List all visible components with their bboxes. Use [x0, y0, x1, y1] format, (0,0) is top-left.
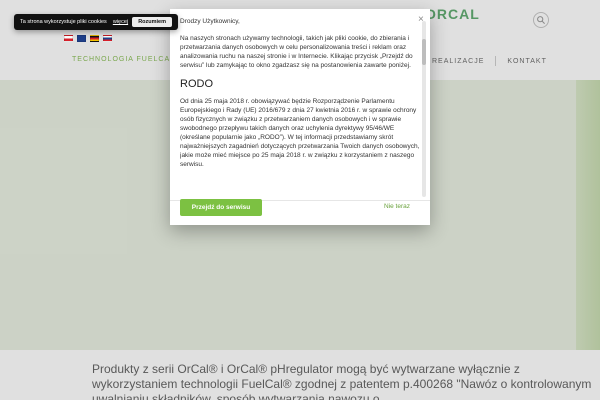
modal-paragraph-cookies: Na naszych stronach używamy technologii,…	[180, 35, 413, 69]
flag-de-icon[interactable]	[90, 35, 99, 42]
page: ORCAL TECHNOLOGIA FUELCAL REALIZACJE KON…	[0, 0, 600, 400]
cookie-more-link[interactable]: więcej	[113, 19, 128, 25]
cookie-accept-button[interactable]: Rozumiem	[132, 17, 172, 27]
modal-scrollbar-thumb[interactable]	[422, 39, 426, 65]
consent-modal: × Drodzy Użytkownicy, Na naszych stronac…	[170, 9, 430, 225]
flag-ru-icon[interactable]	[103, 35, 112, 42]
go-to-site-button[interactable]: Przejdź do serwisu	[180, 199, 262, 216]
cookie-message: Ta strona wykorzystuje pliki cookies	[20, 19, 107, 25]
modal-paragraph-rodo: Od dnia 25 maja 2018 r. obowiązywać będz…	[180, 98, 420, 168]
modal-heading-rodo: RODO	[180, 78, 213, 90]
cookie-notice: Ta strona wykorzystuje pliki cookies wię…	[14, 14, 178, 30]
modal-scrollbar[interactable]	[422, 21, 426, 197]
not-now-link[interactable]: Nie teraz	[384, 203, 410, 210]
modal-scroll-content[interactable]: Drodzy Użytkownicy, Na naszych stronach …	[180, 17, 420, 197]
modal-greeting: Drodzy Użytkownicy,	[180, 18, 240, 25]
flag-en-icon[interactable]	[77, 35, 86, 42]
language-switcher	[64, 35, 112, 42]
flag-pl-icon[interactable]	[64, 35, 73, 42]
